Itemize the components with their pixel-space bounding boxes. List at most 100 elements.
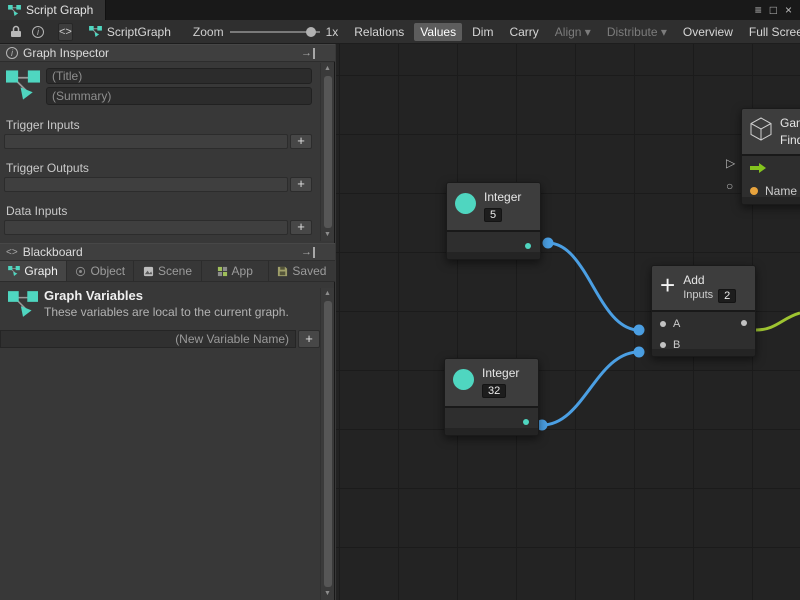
relations-button[interactable]: Relations	[348, 23, 410, 41]
output-port-dot[interactable]	[523, 419, 529, 425]
output-port-dot[interactable]	[525, 243, 531, 249]
graph-variables-title: Graph Variables	[44, 288, 143, 303]
value-port-icon[interactable]: ○	[726, 180, 733, 192]
tab-object-label: Object	[90, 264, 125, 278]
add-node[interactable]: + Add Inputs 2 A B	[651, 265, 756, 357]
trigger-inputs-list: +	[4, 134, 312, 149]
add-variable-button[interactable]: +	[298, 330, 320, 348]
input-port-dot[interactable]	[660, 321, 666, 327]
name-port-label: Name	[765, 184, 797, 198]
graph-title-input[interactable]	[46, 68, 312, 84]
wire-add-output[interactable]	[756, 313, 800, 330]
fullscreen-button[interactable]: Full Screen	[743, 23, 800, 41]
wire-endpoint-dot[interactable]	[543, 238, 554, 249]
window-close-icon[interactable]: ×	[785, 0, 792, 20]
add-trigger-output-button[interactable]: +	[290, 177, 312, 192]
wire-int5-to-addA[interactable]	[548, 243, 639, 330]
tab-object[interactable]: Object	[67, 261, 134, 281]
wire-endpoint-dot[interactable]	[634, 347, 645, 358]
name-port-dot[interactable]	[750, 187, 758, 195]
add-trigger-input-button[interactable]: +	[290, 134, 312, 149]
window-menu-icon[interactable]: ≡	[755, 0, 762, 20]
blackboard-header: <> Blackboard →	[0, 243, 335, 261]
lock-icon[interactable]	[10, 25, 22, 38]
window-maximize-icon[interactable]: □	[770, 0, 777, 20]
graph-summary-input[interactable]	[46, 87, 312, 105]
dim-button[interactable]: Dim	[466, 23, 499, 41]
window-tab-label: Script Graph	[26, 3, 93, 17]
integer-node-32[interactable]: Integer 32	[444, 358, 539, 436]
data-inputs-label: Data Inputs	[6, 204, 67, 218]
wire-endpoint-dot[interactable]	[634, 325, 645, 336]
graph-inspector-header: i Graph Inspector →	[0, 44, 335, 62]
flow-arrow-icon	[750, 162, 766, 174]
output-port-dot[interactable]	[741, 320, 747, 326]
wire-int32-to-addB[interactable]	[542, 352, 639, 425]
integer-node-header[interactable]: Integer 5	[447, 183, 540, 230]
variables-scrollbar-thumb[interactable]	[324, 301, 332, 587]
saved-tab-icon	[277, 266, 288, 277]
input-port-b[interactable]: B	[660, 339, 680, 351]
zoom-slider-knob[interactable]	[306, 27, 316, 37]
integer-node-header[interactable]: Integer 32	[445, 359, 538, 406]
scroll-up-icon[interactable]: ▲	[324, 288, 331, 300]
inspector-scrollbar-thumb[interactable]	[324, 76, 332, 228]
tab-scene[interactable]: Scene	[134, 261, 201, 281]
control-input-row[interactable]	[750, 162, 766, 174]
graph-toolbar: i <> ScriptGraph Zoom 1x Relations Value…	[0, 20, 800, 44]
info-icon[interactable]: i	[32, 26, 44, 38]
code-view-button[interactable]: <>	[58, 23, 73, 41]
blackboard-title: Blackboard	[23, 245, 83, 259]
trigger-outputs-label: Trigger Outputs	[6, 161, 89, 175]
carry-button[interactable]: Carry	[503, 23, 544, 41]
integer-type-icon	[455, 193, 476, 214]
new-variable-input[interactable]	[0, 330, 296, 348]
add-node-header[interactable]: + Add Inputs 2	[652, 266, 755, 310]
integer-node-5[interactable]: Integer 5	[446, 182, 541, 260]
control-port-icon[interactable]: ▷	[726, 157, 735, 169]
scroll-up-icon[interactable]: ▲	[324, 63, 331, 75]
integer-value-field[interactable]: 5	[484, 208, 502, 222]
pin-panel-icon[interactable]: →	[301, 247, 315, 258]
distribute-dropdown-button[interactable]: Distribute ▾	[601, 23, 673, 41]
integer-node-body	[447, 230, 540, 259]
node-title-line1: GameObject	[780, 116, 800, 130]
scroll-down-icon[interactable]: ▼	[324, 229, 331, 241]
inspector-scrollbar[interactable]: ▲ ▼	[320, 63, 334, 241]
blackboard-icon: <>	[6, 247, 18, 258]
node-title: Integer	[482, 366, 519, 380]
script-graph-tab[interactable]: Script Graph	[0, 0, 106, 20]
graph-tab-icon	[8, 266, 20, 276]
tab-saved[interactable]: Saved	[269, 261, 335, 281]
align-dropdown-button[interactable]: Align ▾	[549, 23, 597, 41]
zoom-slider[interactable]	[230, 26, 320, 38]
input-port-dot[interactable]	[660, 342, 666, 348]
overview-button[interactable]: Overview	[677, 23, 739, 41]
tab-graph[interactable]: Graph	[0, 261, 67, 281]
tab-graph-label: Graph	[24, 264, 57, 278]
pin-panel-icon[interactable]: →	[301, 48, 315, 59]
tab-app[interactable]: App	[202, 261, 269, 281]
trigger-inputs-listbox	[4, 134, 288, 149]
name-input-row[interactable]: Name	[750, 184, 797, 198]
integer-value-field[interactable]: 32	[482, 384, 506, 398]
zoom-value: 1x	[326, 25, 339, 39]
add-data-input-button[interactable]: +	[290, 220, 312, 235]
integer-type-icon	[453, 369, 474, 390]
integer-node-body	[445, 406, 538, 435]
variables-scrollbar[interactable]: ▲ ▼	[320, 288, 334, 600]
graph-reference-label: ScriptGraph	[107, 25, 171, 39]
script-graph-icon	[8, 5, 21, 16]
node-title: Integer	[484, 190, 521, 204]
app-tab-icon	[217, 266, 228, 277]
graph-canvas[interactable]: Integer 5 Integer 32 + Add Inputs	[336, 44, 800, 600]
find-node-header[interactable]: GameObject Find	[742, 109, 800, 154]
input-port-a[interactable]: A	[660, 318, 680, 330]
info-icon: i	[6, 47, 18, 59]
inputs-count-field[interactable]: 2	[718, 289, 736, 303]
scene-tab-icon	[143, 266, 154, 277]
graph-reference[interactable]: ScriptGraph	[89, 25, 171, 39]
scroll-down-icon[interactable]: ▼	[324, 588, 331, 600]
gameobject-find-node[interactable]: GameObject Find Name	[741, 108, 800, 205]
values-button[interactable]: Values	[414, 23, 462, 41]
